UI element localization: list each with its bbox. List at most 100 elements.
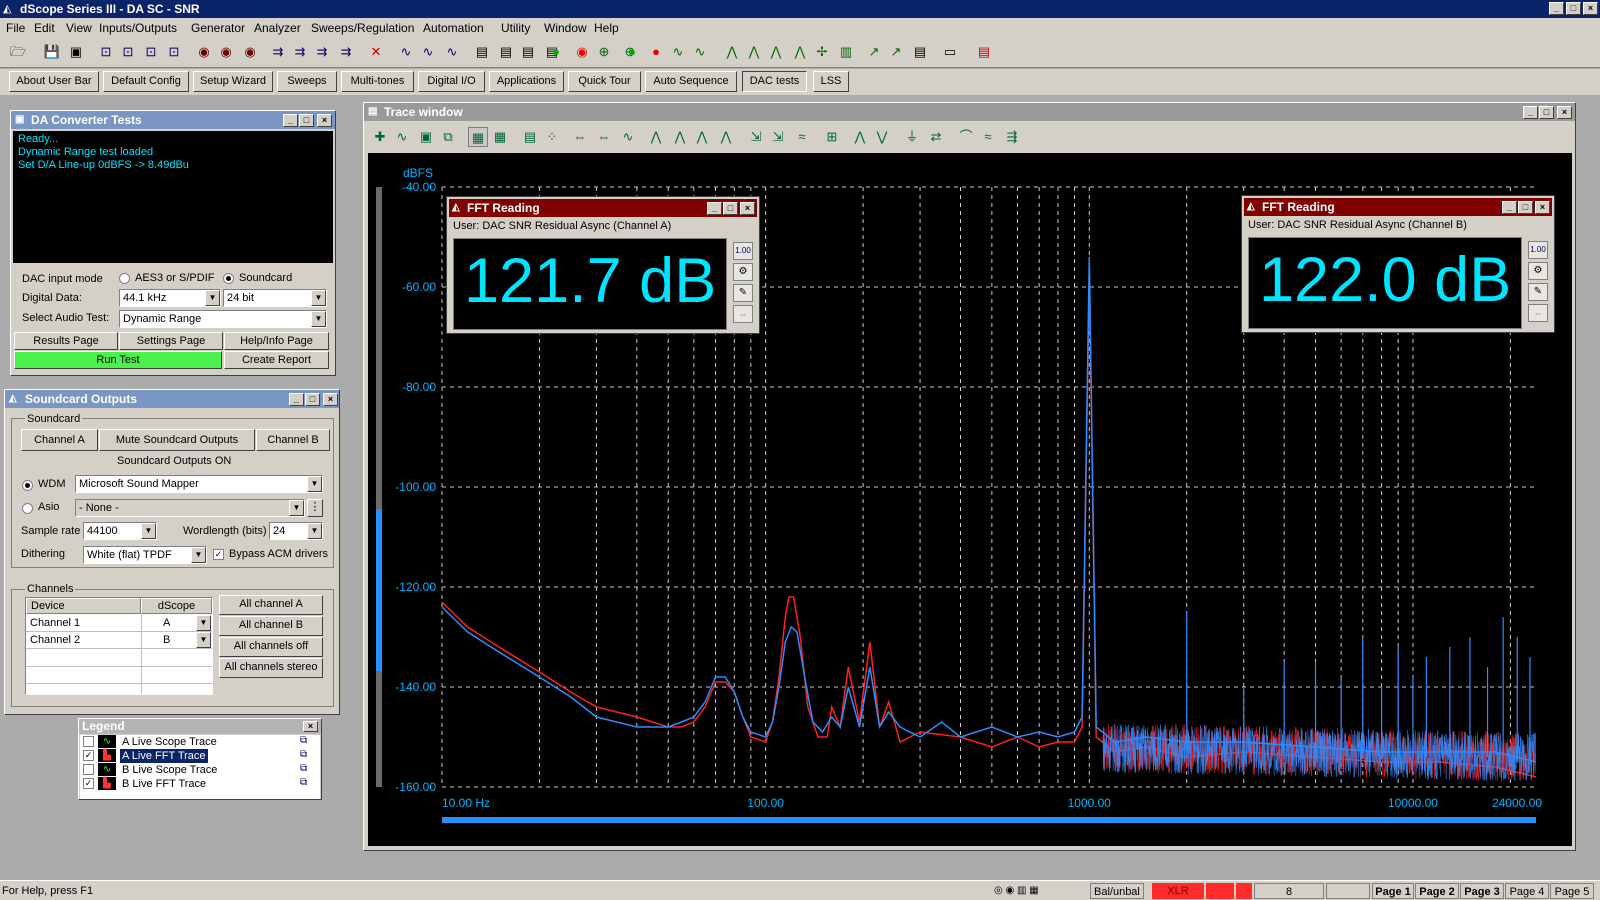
legend-checkbox[interactable]: ✓: [83, 750, 94, 761]
menu-view[interactable]: View: [66, 21, 92, 35]
userbar-default-config-button[interactable]: Default Config: [103, 71, 189, 92]
trace-tool-16-icon[interactable]: ⇲: [768, 127, 788, 147]
scope-2-icon[interactable]: ∿: [418, 42, 438, 62]
menu-utility[interactable]: Utility: [501, 21, 530, 35]
app-minimize-button[interactable]: _: [1549, 2, 1564, 15]
row-dropdown-arrow[interactable]: ▼: [196, 615, 211, 631]
filter-2-icon[interactable]: ⋀: [744, 42, 764, 62]
wordlength-dropdown[interactable]: 24 ▼: [269, 522, 323, 540]
sweep-1-icon[interactable]: ∿: [668, 42, 688, 62]
dithering-dropdown[interactable]: White (flat) TPDF ▼: [83, 546, 207, 564]
x-scrollbar[interactable]: [442, 817, 1536, 823]
page-tab-4[interactable]: Page 4: [1505, 883, 1549, 899]
fft-b-close-button[interactable]: ×: [1535, 201, 1550, 214]
open-icon[interactable]: 🗁: [8, 42, 28, 62]
go-icon[interactable]: ●: [622, 42, 642, 62]
trace-tool-15-icon[interactable]: ⇲: [746, 127, 766, 147]
trace-tool-23-icon[interactable]: ⌒: [956, 127, 976, 147]
userbar-applications-button[interactable]: Applications: [489, 71, 564, 92]
legend-close-button[interactable]: ×: [303, 721, 318, 732]
print-icon[interactable]: ▤: [910, 42, 930, 62]
all-channel-b-button[interactable]: All channel B: [219, 616, 323, 636]
menu-inputsoutputs[interactable]: Inputs/Outputs: [99, 21, 177, 35]
radio-soundcard[interactable]: [223, 273, 234, 284]
filter-3-icon[interactable]: ⋀: [766, 42, 786, 62]
trace-tool-13-icon[interactable]: ⋀: [692, 127, 712, 147]
out-4-icon[interactable]: ⊡: [164, 42, 184, 62]
menu-edit[interactable]: Edit: [34, 21, 55, 35]
userbar-about-user-bar-button[interactable]: About User Bar: [9, 71, 99, 92]
help-info-button[interactable]: Help/Info Page: [224, 332, 329, 350]
create-report-button[interactable]: Create Report: [224, 351, 329, 369]
all-channels-stereo-button[interactable]: All channels stereo: [219, 658, 323, 678]
trace-close-button[interactable]: ×: [1557, 106, 1572, 119]
page-tab-1[interactable]: Page 1: [1372, 883, 1414, 899]
radio-asio[interactable]: [22, 503, 33, 514]
menu-automation[interactable]: Automation: [423, 21, 484, 35]
page-tab-5[interactable]: Page 5: [1550, 883, 1594, 899]
userbar-lss-button[interactable]: LSS: [813, 71, 849, 92]
page-tab-2[interactable]: Page 2: [1415, 883, 1459, 899]
trace-tool-21-icon[interactable]: ⏚: [902, 127, 922, 147]
scope-3-icon[interactable]: ∿: [442, 42, 462, 62]
in-3-icon[interactable]: ⇉: [312, 42, 332, 62]
trace-maximize-button[interactable]: □: [1539, 106, 1554, 119]
fft-a-units-icon[interactable]: 1.00: [733, 242, 753, 260]
meter-2-icon[interactable]: ▤: [496, 42, 516, 62]
settings-page-button[interactable]: Settings Page: [119, 332, 223, 350]
fft-a-close-button[interactable]: ×: [740, 202, 755, 215]
out-1-icon[interactable]: ⊡: [96, 42, 116, 62]
sc-channel-a-button[interactable]: Channel A: [21, 429, 98, 451]
asio-device-dropdown[interactable]: - None - ▼: [75, 499, 305, 517]
meter-1-icon[interactable]: ▤: [472, 42, 492, 62]
legend-copy-icon[interactable]: ⧉: [300, 763, 307, 774]
y-scrollbar[interactable]: [376, 187, 382, 787]
link-2-icon[interactable]: ↗: [886, 42, 906, 62]
out-3-icon[interactable]: ⊡: [141, 42, 161, 62]
legend-item[interactable]: ∿ A Live Scope Trace ⧉: [80, 735, 320, 749]
run-test-button[interactable]: Run Test: [14, 351, 222, 369]
sweep-2-icon[interactable]: ∿: [690, 42, 710, 62]
audio-test-dropdown[interactable]: Dynamic Range ▼: [119, 310, 327, 328]
trace-tool-12-icon[interactable]: ⋀: [670, 127, 690, 147]
trace-tool-14-icon[interactable]: ⋀: [716, 127, 736, 147]
trace-tool-24-icon[interactable]: ≈: [978, 127, 998, 147]
da-minimize-button[interactable]: _: [283, 114, 298, 127]
sample-rate-dropdown[interactable]: 44.1 kHz ▼: [119, 289, 221, 307]
chart-icon[interactable]: ▥: [836, 42, 856, 62]
trace-tool-18-icon[interactable]: ⊞: [822, 127, 842, 147]
trace-tool-6-icon[interactable]: ▤: [520, 127, 540, 147]
col-device-header[interactable]: Device: [26, 598, 141, 614]
trace-tool-7-icon[interactable]: ⁘: [542, 127, 562, 147]
table-row[interactable]: Channel 1 A ▼: [26, 615, 212, 632]
sc-close-button[interactable]: ×: [323, 393, 338, 406]
wdm-device-dropdown[interactable]: Microsoft Sound Mapper ▼: [75, 475, 323, 493]
trace-tool-4-icon[interactable]: ▦: [468, 127, 488, 147]
menu-generator[interactable]: Generator: [191, 21, 245, 35]
trace-tool-25-icon[interactable]: ⇶: [1002, 127, 1022, 147]
da-maximize-button[interactable]: □: [299, 114, 314, 127]
trace-tool-3-icon[interactable]: ⧉: [438, 127, 458, 147]
legend-item[interactable]: ✓ ▙ A Live FFT Trace ⧉: [80, 749, 320, 763]
app-maximize-button[interactable]: □: [1566, 2, 1581, 15]
mute-outputs-button[interactable]: Mute Soundcard Outputs: [99, 429, 255, 451]
menu-analyzer[interactable]: Analyzer: [254, 21, 301, 35]
legend-checkbox[interactable]: [83, 764, 94, 775]
userbar-setup-wizard-button[interactable]: Setup Wizard: [193, 71, 273, 92]
a-icon[interactable]: ●: [546, 42, 566, 62]
fft-a-log-icon[interactable]: ✎: [733, 284, 753, 302]
filter-5-icon[interactable]: ✢: [812, 42, 832, 62]
fft-b-minimize-button[interactable]: _: [1502, 201, 1517, 214]
legend-item[interactable]: ✓ ▙ B Live FFT Trace ⧉: [80, 777, 320, 791]
in-4-icon[interactable]: ⇉: [336, 42, 356, 62]
asio-config-button[interactable]: ⋮: [307, 499, 323, 517]
legend-checkbox[interactable]: [83, 736, 94, 747]
record-icon[interactable]: ●: [646, 42, 666, 62]
gen-c-icon[interactable]: ◉: [240, 42, 260, 62]
sc-minimize-button[interactable]: _: [289, 393, 304, 406]
gen-a-icon[interactable]: ◉: [194, 42, 214, 62]
legend-item[interactable]: ∿ B Live Scope Trace ⧉: [80, 763, 320, 777]
fft-a-settings-icon[interactable]: ⚙: [733, 263, 753, 281]
all-channel-a-button[interactable]: All channel A: [219, 595, 323, 615]
in-2-icon[interactable]: ⇉: [290, 42, 310, 62]
